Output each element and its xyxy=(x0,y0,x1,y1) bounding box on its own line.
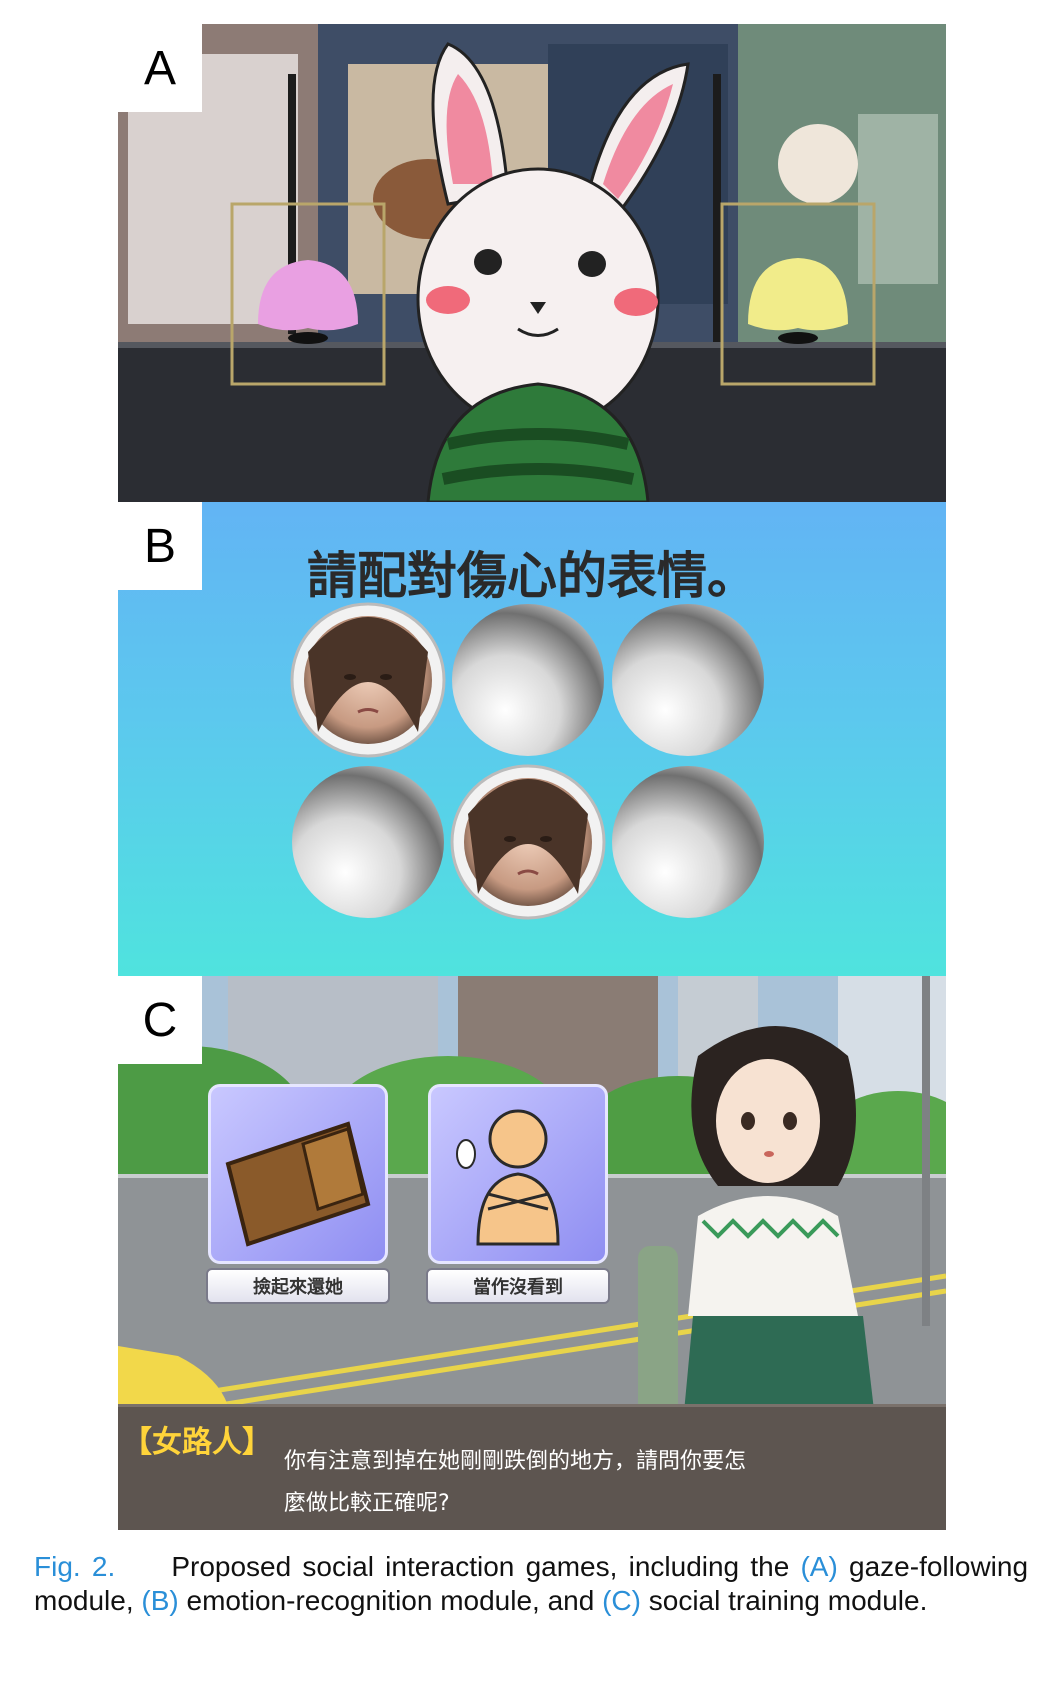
memory-card-hidden[interactable] xyxy=(612,604,764,756)
panel-b-emotion-game: B 請配對傷心的表情。 xyxy=(118,502,946,976)
dialog-line-1: 你有注意到掉在她剛剛跌倒的地方，請問你要怎 xyxy=(284,1449,747,1474)
wallet-icon xyxy=(225,1121,371,1247)
choice-label-return: 撿起來還她 xyxy=(206,1268,390,1304)
choice-label-ignore: 當作沒看到 xyxy=(426,1268,610,1304)
memory-card-hidden[interactable] xyxy=(292,766,444,918)
panel-a-gaze-game: A xyxy=(118,24,946,502)
figure-caption: Fig. 2. Proposed social interaction game… xyxy=(34,1550,1028,1618)
choice-card-ignore[interactable]: 當作沒看到 xyxy=(426,1084,610,1304)
dialog-speaker: 【女路人】 xyxy=(122,1425,272,1460)
caption-ref-a: (A) xyxy=(800,1551,838,1582)
memory-grid xyxy=(290,602,764,920)
panel-b-label: B xyxy=(118,502,202,590)
caption-ref-b: (B) xyxy=(141,1585,179,1616)
caption-text-4: social training module. xyxy=(648,1585,928,1616)
caption-ref-c: (C) xyxy=(602,1585,641,1616)
dialog-box: 【女路人】 你有注意到掉在她剛剛跌倒的地方，請問你要怎 麼做比較正確呢? xyxy=(118,1404,946,1530)
memory-card-hidden[interactable] xyxy=(612,766,764,918)
dialog-line-2: 麼做比較正確呢? xyxy=(284,1491,450,1516)
figure-number: Fig. 2. xyxy=(34,1551,116,1582)
panel-c-social-game: C 撿起來還她 當作沒看到 【女路人】 你有注意到掉在她剛剛跌倒的地方，請問你要… xyxy=(118,976,946,1530)
caption-text-3: emotion-recognition module, and xyxy=(186,1585,595,1616)
memory-card-revealed[interactable] xyxy=(290,602,446,758)
caption-text-1: Proposed social interaction games, inclu… xyxy=(171,1551,790,1582)
choice-card-return-wallet[interactable]: 撿起來還她 xyxy=(206,1084,390,1304)
panel-a-label: A xyxy=(118,24,202,112)
panel-c-label: C xyxy=(118,976,202,1064)
memory-card-revealed[interactable] xyxy=(450,764,606,920)
panel-a-scene xyxy=(118,24,946,502)
ignoring-person-icon xyxy=(456,1109,560,1246)
memory-card-hidden[interactable] xyxy=(452,604,604,756)
